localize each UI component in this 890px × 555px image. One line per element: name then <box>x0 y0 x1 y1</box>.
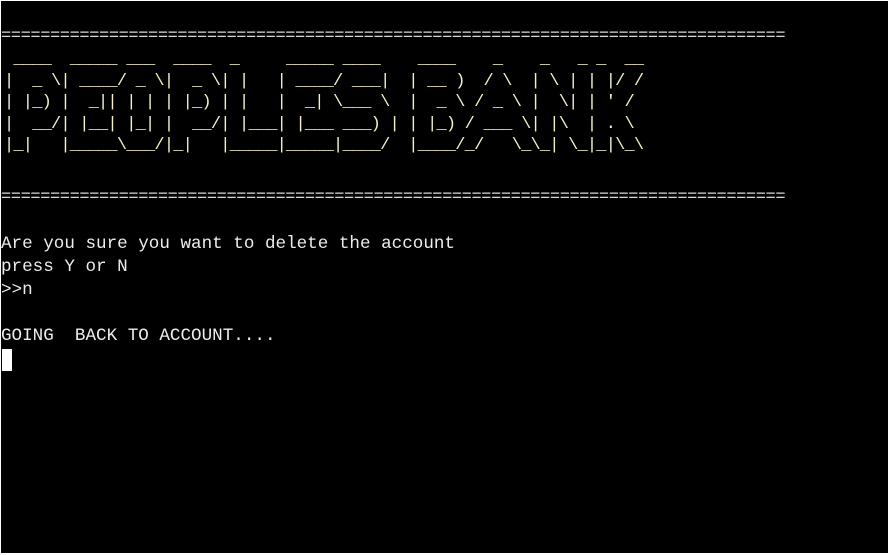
ascii-banner: ____ _____ ___ ____ _ _____ ____ ____ _ … <box>4 49 644 157</box>
delete-confirmation-prompt: Are you sure you want to delete the acco… <box>1 234 455 254</box>
instruction-text: press Y or N <box>1 257 128 277</box>
banner-line: | |_) | _|| | | | |_) | | | _| \___ \ | … <box>4 93 644 112</box>
separator-bottom: ========================================… <box>1 188 786 207</box>
text-cursor[interactable] <box>2 349 12 371</box>
terminal-window[interactable]: ========================================… <box>1 1 888 553</box>
user-input-line[interactable]: >>n <box>1 279 33 302</box>
status-message: GOING BACK TO ACCOUNT.... <box>1 326 276 346</box>
banner-line: ____ _____ ___ ____ _ _____ ____ ____ _ … <box>4 50 644 69</box>
banner-line: |_| |_____\___/|_| |_____|_____|____/ |_… <box>4 136 644 155</box>
banner-line: | _ \| ____/ _ \| _ \| | | ____/ ___| | … <box>4 71 644 91</box>
separator-top: ========================================… <box>1 27 786 46</box>
banner-line: | __/| |__| |_| | __/| |___| |___ ___) |… <box>4 114 644 134</box>
